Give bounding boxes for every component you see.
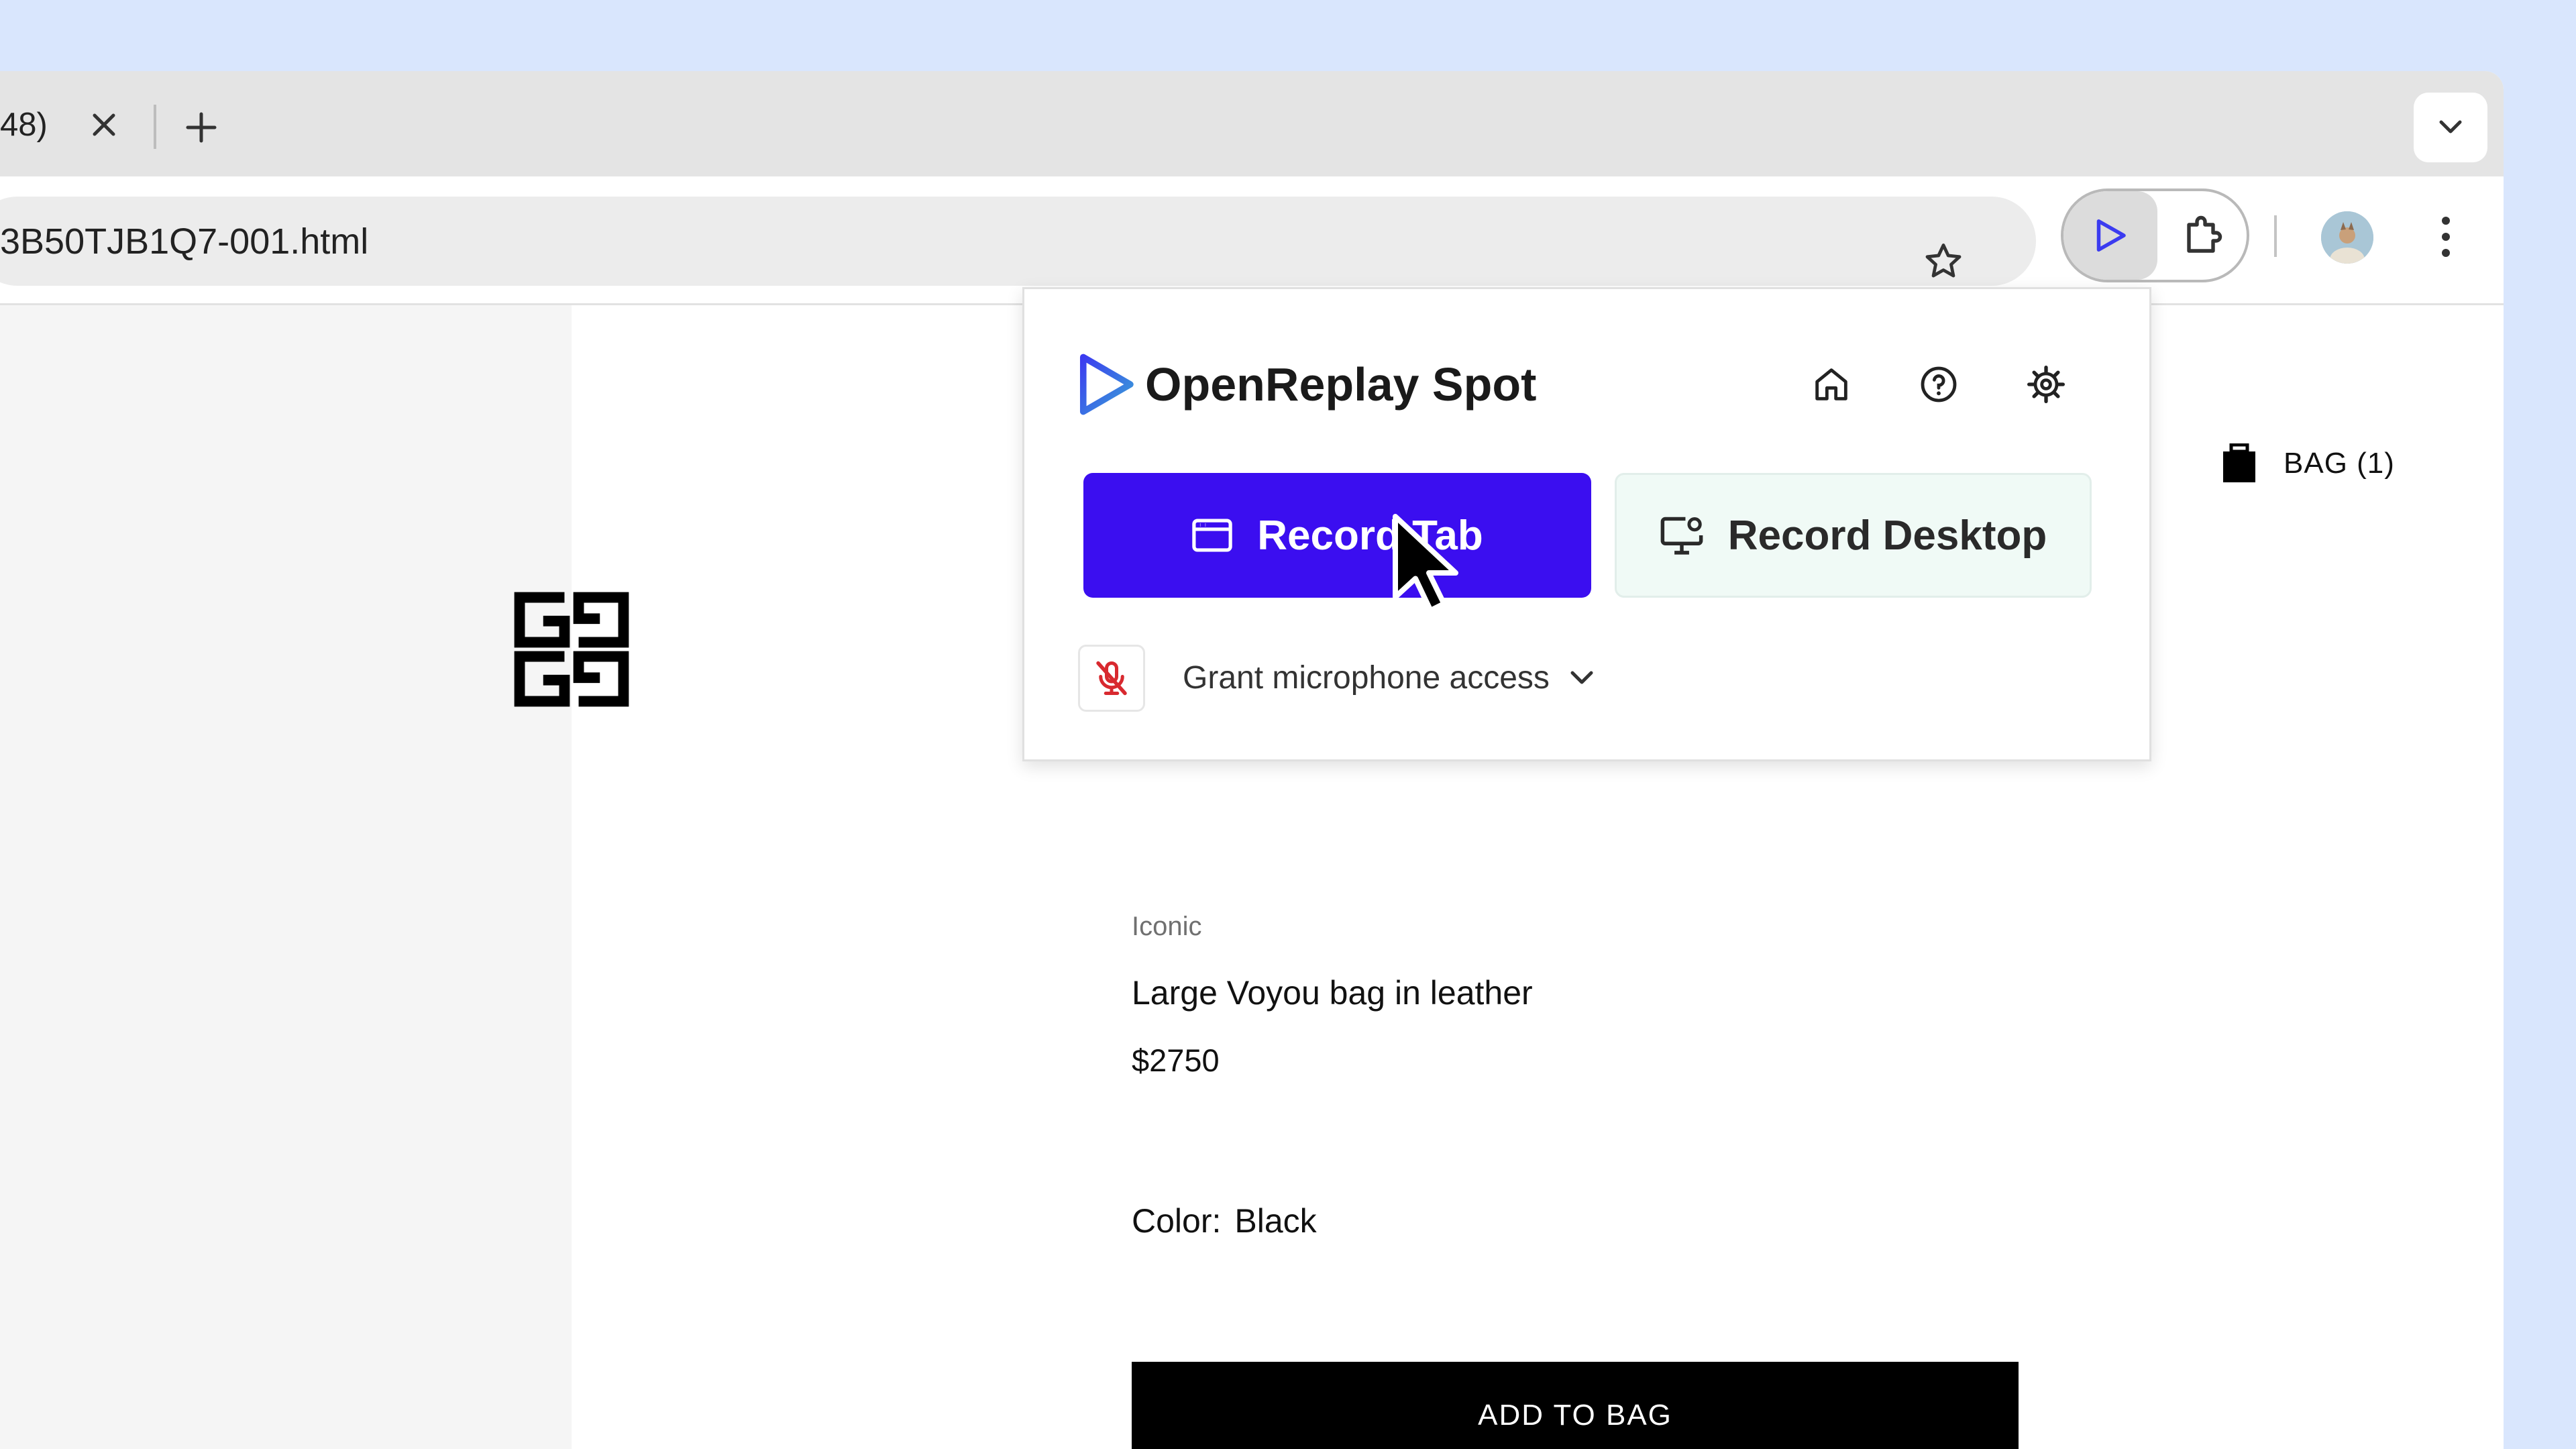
product-eyebrow: Iconic [1132,912,1202,941]
record-desktop-label: Record Desktop [1727,512,2047,559]
popup-brand: OpenReplay Spot [1075,352,1536,417]
tab-search-chevron-icon[interactable] [2414,93,2487,162]
popup-brand-name: OpenReplay Spot [1145,358,1537,411]
record-desktop-button[interactable]: Record Desktop [1615,473,2092,598]
microphone-off-icon[interactable] [1078,645,1145,712]
microphone-access-dropdown[interactable]: Grant microphone access [1183,659,1595,696]
home-icon[interactable] [1806,359,1857,410]
color-value: Black [1234,1202,1317,1240]
record-tab-button[interactable]: Record Tab [1083,473,1591,598]
toolbar-divider [2274,215,2277,257]
tab-close-icon[interactable] [88,109,120,141]
bag-count-label: BAG (1) [2284,447,2395,480]
help-icon[interactable] [1913,359,1964,410]
store-logo-icon[interactable] [513,590,631,708]
tab-title[interactable]: 48) [0,106,48,144]
url-text[interactable]: 3B50TJB1Q7-001.html [0,221,368,262]
profile-avatar[interactable] [2321,211,2373,264]
color-selector: Color: Black [1132,1201,1317,1240]
openreplay-logo-icon [1079,354,1134,415]
browser-menu-icon[interactable] [2427,209,2465,265]
new-tab-icon[interactable] [182,109,220,146]
mouse-cursor-icon [1393,514,1458,613]
color-label: Color: [1132,1202,1222,1240]
product-name: Large Voyou bag in leather [1132,974,1533,1012]
product-price: $2750 [1132,1042,1220,1078]
browser-window-icon [1192,519,1232,552]
shopping-bag-icon [2223,443,2255,482]
extensions-puzzle-icon[interactable] [2168,205,2242,265]
desktop-monitor-icon [1660,517,1703,555]
openreplay-extension-icon[interactable] [2063,191,2157,280]
chevron-down-icon [1570,671,1593,684]
bookmark-star-icon[interactable] [1917,235,1970,288]
add-to-bag-button[interactable]: ADD TO BAG [1132,1362,2019,1449]
tab-strip: 48) [0,71,2504,176]
product-image-panel [0,305,572,1449]
settings-gear-icon[interactable] [2021,359,2072,410]
browser-toolbar: 3B50TJB1Q7-001.html [0,176,2504,305]
microphone-access-label: Grant microphone access [1183,660,1550,696]
openreplay-popup: OpenReplay Spot Record Tab Record Deskto… [1022,287,2151,761]
address-bar[interactable]: 3B50TJB1Q7-001.html [0,197,2036,286]
shopping-bag-link[interactable]: BAG (1) [2222,443,2395,484]
tab-divider [154,105,156,149]
